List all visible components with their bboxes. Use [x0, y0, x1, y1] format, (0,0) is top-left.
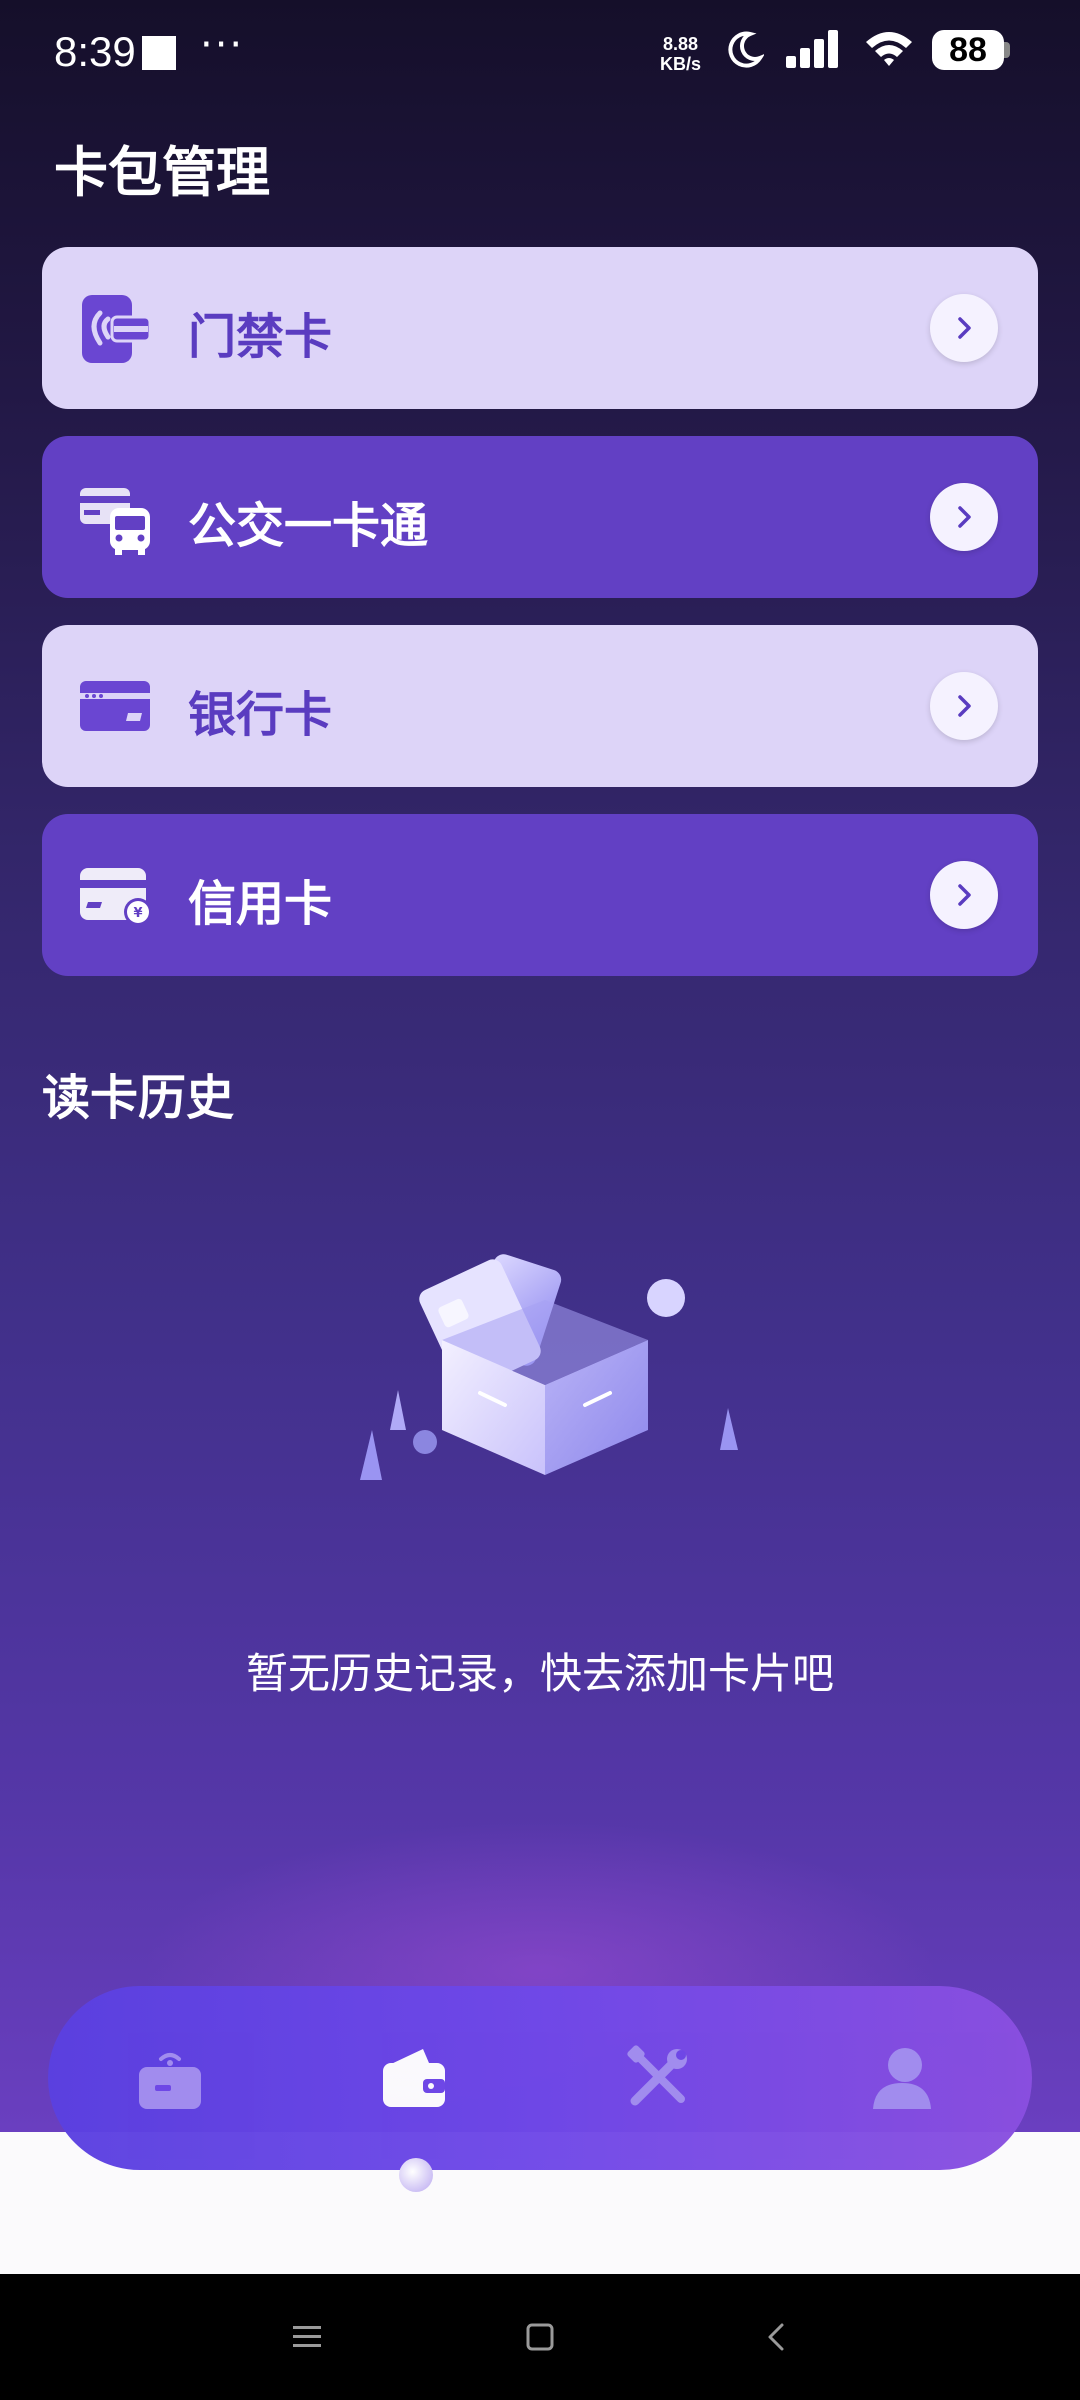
- more-notifications-icon: ···: [200, 22, 245, 68]
- chevron-right-icon[interactable]: [930, 483, 998, 551]
- back-nav-button[interactable]: [752, 2312, 802, 2362]
- reader-icon: [139, 2053, 201, 2109]
- moon-icon: [728, 31, 764, 68]
- chevron-right-icon[interactable]: [930, 861, 998, 929]
- status-time: 8:39: [54, 28, 136, 75]
- wifi-icon: [866, 32, 912, 66]
- card-label: 信用卡: [188, 876, 333, 932]
- svg-text:¥: ¥: [133, 906, 142, 921]
- card-credit[interactable]: ¥ 信用卡: [42, 814, 1038, 976]
- menu-icon: [293, 2326, 321, 2347]
- back-icon: [768, 2323, 784, 2351]
- tab-profile[interactable]: [854, 2030, 950, 2126]
- system-navigation-bar: [0, 2274, 1080, 2400]
- page-title: 卡包管理: [54, 141, 270, 204]
- status-bar: 8:39 ··· 8.88 KB/s 88: [0, 0, 1080, 100]
- network-speed: 8.88 KB/s: [660, 34, 702, 74]
- bank-card-icon: [80, 681, 150, 731]
- access-card-icon: [82, 295, 152, 363]
- empty-box-illustration: [360, 1254, 738, 1480]
- notification-square-icon: [142, 36, 176, 70]
- profile-icon: [873, 2048, 931, 2109]
- card-bank[interactable]: 银行卡: [42, 625, 1038, 787]
- card-bus[interactable]: 公交一卡通: [42, 436, 1038, 598]
- home-icon: [526, 2323, 554, 2351]
- card-label: 公交一卡通: [188, 498, 429, 554]
- chevron-right-icon[interactable]: [930, 672, 998, 740]
- battery-indicator: 88: [932, 30, 1004, 70]
- tab-tools[interactable]: [610, 2030, 706, 2126]
- wallet-icon: [383, 2049, 445, 2107]
- signal-icon: [786, 30, 838, 68]
- card-label: 银行卡: [188, 687, 333, 743]
- bottom-tab-bar: [48, 1986, 1032, 2170]
- credit-card-icon: ¥: [80, 868, 152, 926]
- chevron-right-icon[interactable]: [930, 294, 998, 362]
- tab-wallet[interactable]: [366, 2030, 462, 2126]
- tab-reader[interactable]: [122, 2030, 218, 2126]
- card-access[interactable]: 门禁卡: [42, 247, 1038, 409]
- app-screen: 8:39 ··· 8.88 KB/s 88 卡包管理 门禁卡 公交一卡通 银行卡…: [0, 0, 1080, 2170]
- empty-history-message: 暂无历史记录，快去添加卡片吧: [245, 1649, 834, 1698]
- active-tab-indicator: [399, 2158, 433, 2192]
- history-section-title: 读卡历史: [42, 1070, 235, 1126]
- tools-icon: [627, 2045, 687, 2106]
- card-label: 门禁卡: [188, 309, 333, 365]
- bus-card-icon: [80, 488, 150, 555]
- battery-tip: [1004, 42, 1010, 58]
- menu-nav-button[interactable]: [282, 2312, 332, 2362]
- home-nav-button[interactable]: [515, 2312, 565, 2362]
